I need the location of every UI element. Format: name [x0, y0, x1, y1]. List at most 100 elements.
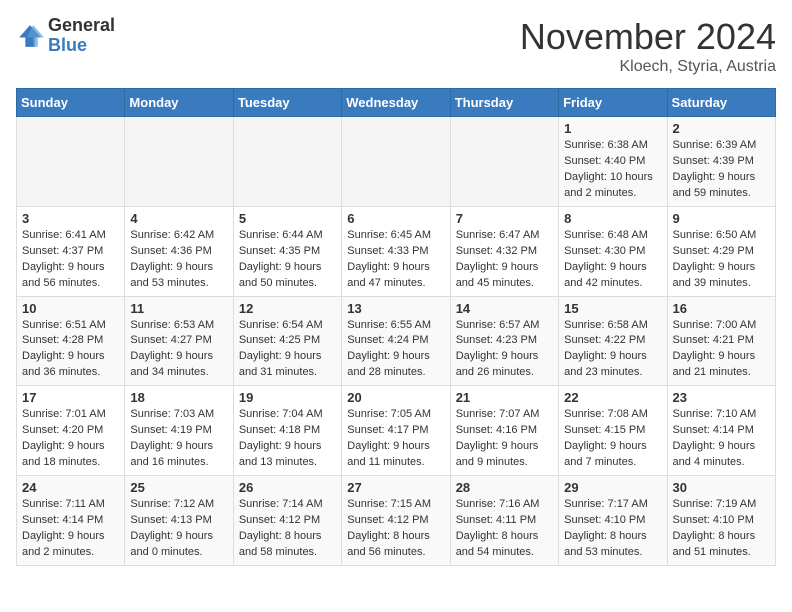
day-number: 11 — [130, 301, 227, 316]
day-info: Sunrise: 7:10 AM Sunset: 4:14 PM Dayligh… — [673, 407, 770, 471]
day-number: 19 — [239, 390, 336, 405]
week-row-4: 17 Sunrise: 7:01 AM Sunset: 4:20 PM Dayli… — [17, 386, 776, 476]
day-cell: 8 Sunrise: 6:48 AM Sunset: 4:30 PM Daylig… — [559, 206, 667, 296]
day-info: Sunrise: 7:08 AM Sunset: 4:15 PM Dayligh… — [564, 407, 661, 471]
day-info: Sunrise: 7:01 AM Sunset: 4:20 PM Dayligh… — [22, 407, 119, 471]
day-cell: 19 Sunrise: 7:04 AM Sunset: 4:18 PM Dayli… — [233, 386, 341, 476]
day-cell: 29 Sunrise: 7:17 AM Sunset: 4:10 PM Dayli… — [559, 476, 667, 566]
day-number: 26 — [239, 480, 336, 495]
day-info: Sunrise: 7:11 AM Sunset: 4:14 PM Dayligh… — [22, 497, 119, 561]
logo-icon — [16, 22, 44, 50]
day-number: 24 — [22, 480, 119, 495]
day-cell — [450, 117, 558, 207]
day-cell: 21 Sunrise: 7:07 AM Sunset: 4:16 PM Dayli… — [450, 386, 558, 476]
day-number: 7 — [456, 211, 553, 226]
month-title: November 2024 — [520, 16, 776, 58]
day-info: Sunrise: 6:51 AM Sunset: 4:28 PM Dayligh… — [22, 318, 119, 382]
day-number: 16 — [673, 301, 770, 316]
day-info: Sunrise: 6:55 AM Sunset: 4:24 PM Dayligh… — [347, 318, 444, 382]
week-row-2: 3 Sunrise: 6:41 AM Sunset: 4:37 PM Daylig… — [17, 206, 776, 296]
day-number: 22 — [564, 390, 661, 405]
week-row-1: 1 Sunrise: 6:38 AM Sunset: 4:40 PM Daylig… — [17, 117, 776, 207]
logo-text: General Blue — [48, 16, 115, 56]
day-info: Sunrise: 7:12 AM Sunset: 4:13 PM Dayligh… — [130, 497, 227, 561]
day-number: 20 — [347, 390, 444, 405]
page-header: General Blue November 2024 Kloech, Styri… — [16, 16, 776, 76]
day-cell: 28 Sunrise: 7:16 AM Sunset: 4:11 PM Dayli… — [450, 476, 558, 566]
weekday-header-sunday: Sunday — [17, 89, 125, 117]
day-cell: 11 Sunrise: 6:53 AM Sunset: 4:27 PM Dayli… — [125, 296, 233, 386]
day-info: Sunrise: 6:39 AM Sunset: 4:39 PM Dayligh… — [673, 138, 770, 202]
day-cell: 20Sunrise: 7:05 AM Sunset: 4:17 PM Dayli… — [342, 386, 450, 476]
weekday-header-monday: Monday — [125, 89, 233, 117]
day-cell: 16 Sunrise: 7:00 AM Sunset: 4:21 PM Dayli… — [667, 296, 775, 386]
day-info: Sunrise: 6:41 AM Sunset: 4:37 PM Dayligh… — [22, 228, 119, 292]
day-info: Sunrise: 6:38 AM Sunset: 4:40 PM Dayligh… — [564, 138, 661, 202]
day-number: 1 — [564, 121, 661, 136]
day-cell — [342, 117, 450, 207]
day-cell — [233, 117, 341, 207]
day-number: 13 — [347, 301, 444, 316]
day-cell: 24 Sunrise: 7:11 AM Sunset: 4:14 PM Dayli… — [17, 476, 125, 566]
weekday-header-tuesday: Tuesday — [233, 89, 341, 117]
day-cell: 1 Sunrise: 6:38 AM Sunset: 4:40 PM Daylig… — [559, 117, 667, 207]
day-number: 3 — [22, 211, 119, 226]
weekday-header-wednesday: Wednesday — [342, 89, 450, 117]
day-info: Sunrise: 7:03 AM Sunset: 4:19 PM Dayligh… — [130, 407, 227, 471]
day-info: Sunrise: 6:53 AM Sunset: 4:27 PM Dayligh… — [130, 318, 227, 382]
day-cell: 18 Sunrise: 7:03 AM Sunset: 4:19 PM Dayli… — [125, 386, 233, 476]
day-number: 15 — [564, 301, 661, 316]
day-info: Sunrise: 7:17 AM Sunset: 4:10 PM Dayligh… — [564, 497, 661, 561]
week-row-3: 10Sunrise: 6:51 AM Sunset: 4:28 PM Dayli… — [17, 296, 776, 386]
day-cell: 6 Sunrise: 6:45 AM Sunset: 4:33 PM Daylig… — [342, 206, 450, 296]
day-info: Sunrise: 7:07 AM Sunset: 4:16 PM Dayligh… — [456, 407, 553, 471]
day-cell: 7 Sunrise: 6:47 AM Sunset: 4:32 PM Daylig… — [450, 206, 558, 296]
weekday-header-friday: Friday — [559, 89, 667, 117]
day-cell: 15Sunrise: 6:58 AM Sunset: 4:22 PM Dayli… — [559, 296, 667, 386]
day-cell: 23Sunrise: 7:10 AM Sunset: 4:14 PM Dayli… — [667, 386, 775, 476]
day-info: Sunrise: 6:48 AM Sunset: 4:30 PM Dayligh… — [564, 228, 661, 292]
calendar-table: SundayMondayTuesdayWednesdayThursdayFrid… — [16, 88, 776, 566]
title-area: November 2024 Kloech, Styria, Austria — [520, 16, 776, 76]
day-cell: 5 Sunrise: 6:44 AM Sunset: 4:35 PM Daylig… — [233, 206, 341, 296]
day-info: Sunrise: 7:19 AM Sunset: 4:10 PM Dayligh… — [673, 497, 770, 561]
day-cell: 22 Sunrise: 7:08 AM Sunset: 4:15 PM Dayli… — [559, 386, 667, 476]
logo: General Blue — [16, 16, 115, 56]
day-number: 17 — [22, 390, 119, 405]
day-cell: 26 Sunrise: 7:14 AM Sunset: 4:12 PM Dayli… — [233, 476, 341, 566]
weekday-header-saturday: Saturday — [667, 89, 775, 117]
day-number: 28 — [456, 480, 553, 495]
day-number: 18 — [130, 390, 227, 405]
day-number: 30 — [673, 480, 770, 495]
day-info: Sunrise: 7:16 AM Sunset: 4:11 PM Dayligh… — [456, 497, 553, 561]
day-cell: 10Sunrise: 6:51 AM Sunset: 4:28 PM Dayli… — [17, 296, 125, 386]
day-number: 4 — [130, 211, 227, 226]
day-info: Sunrise: 6:42 AM Sunset: 4:36 PM Dayligh… — [130, 228, 227, 292]
day-cell: 25 Sunrise: 7:12 AM Sunset: 4:13 PM Dayli… — [125, 476, 233, 566]
day-number: 9 — [673, 211, 770, 226]
day-info: Sunrise: 7:04 AM Sunset: 4:18 PM Dayligh… — [239, 407, 336, 471]
day-info: Sunrise: 7:14 AM Sunset: 4:12 PM Dayligh… — [239, 497, 336, 561]
day-cell: 17 Sunrise: 7:01 AM Sunset: 4:20 PM Dayli… — [17, 386, 125, 476]
day-number: 2 — [673, 121, 770, 136]
day-number: 8 — [564, 211, 661, 226]
day-number: 5 — [239, 211, 336, 226]
week-row-5: 24 Sunrise: 7:11 AM Sunset: 4:14 PM Dayli… — [17, 476, 776, 566]
day-number: 14 — [456, 301, 553, 316]
day-number: 21 — [456, 390, 553, 405]
day-cell — [125, 117, 233, 207]
day-cell: 9Sunrise: 6:50 AM Sunset: 4:29 PM Daylig… — [667, 206, 775, 296]
day-info: Sunrise: 6:54 AM Sunset: 4:25 PM Dayligh… — [239, 318, 336, 382]
day-number: 29 — [564, 480, 661, 495]
day-cell: 14Sunrise: 6:57 AM Sunset: 4:23 PM Dayli… — [450, 296, 558, 386]
day-number: 25 — [130, 480, 227, 495]
day-cell — [17, 117, 125, 207]
day-info: Sunrise: 7:00 AM Sunset: 4:21 PM Dayligh… — [673, 318, 770, 382]
day-cell: 30 Sunrise: 7:19 AM Sunset: 4:10 PM Dayli… — [667, 476, 775, 566]
day-info: Sunrise: 6:45 AM Sunset: 4:33 PM Dayligh… — [347, 228, 444, 292]
day-info: Sunrise: 6:47 AM Sunset: 4:32 PM Dayligh… — [456, 228, 553, 292]
day-cell: 2 Sunrise: 6:39 AM Sunset: 4:39 PM Daylig… — [667, 117, 775, 207]
day-number: 6 — [347, 211, 444, 226]
day-cell: 27Sunrise: 7:15 AM Sunset: 4:12 PM Dayli… — [342, 476, 450, 566]
day-info: Sunrise: 6:44 AM Sunset: 4:35 PM Dayligh… — [239, 228, 336, 292]
